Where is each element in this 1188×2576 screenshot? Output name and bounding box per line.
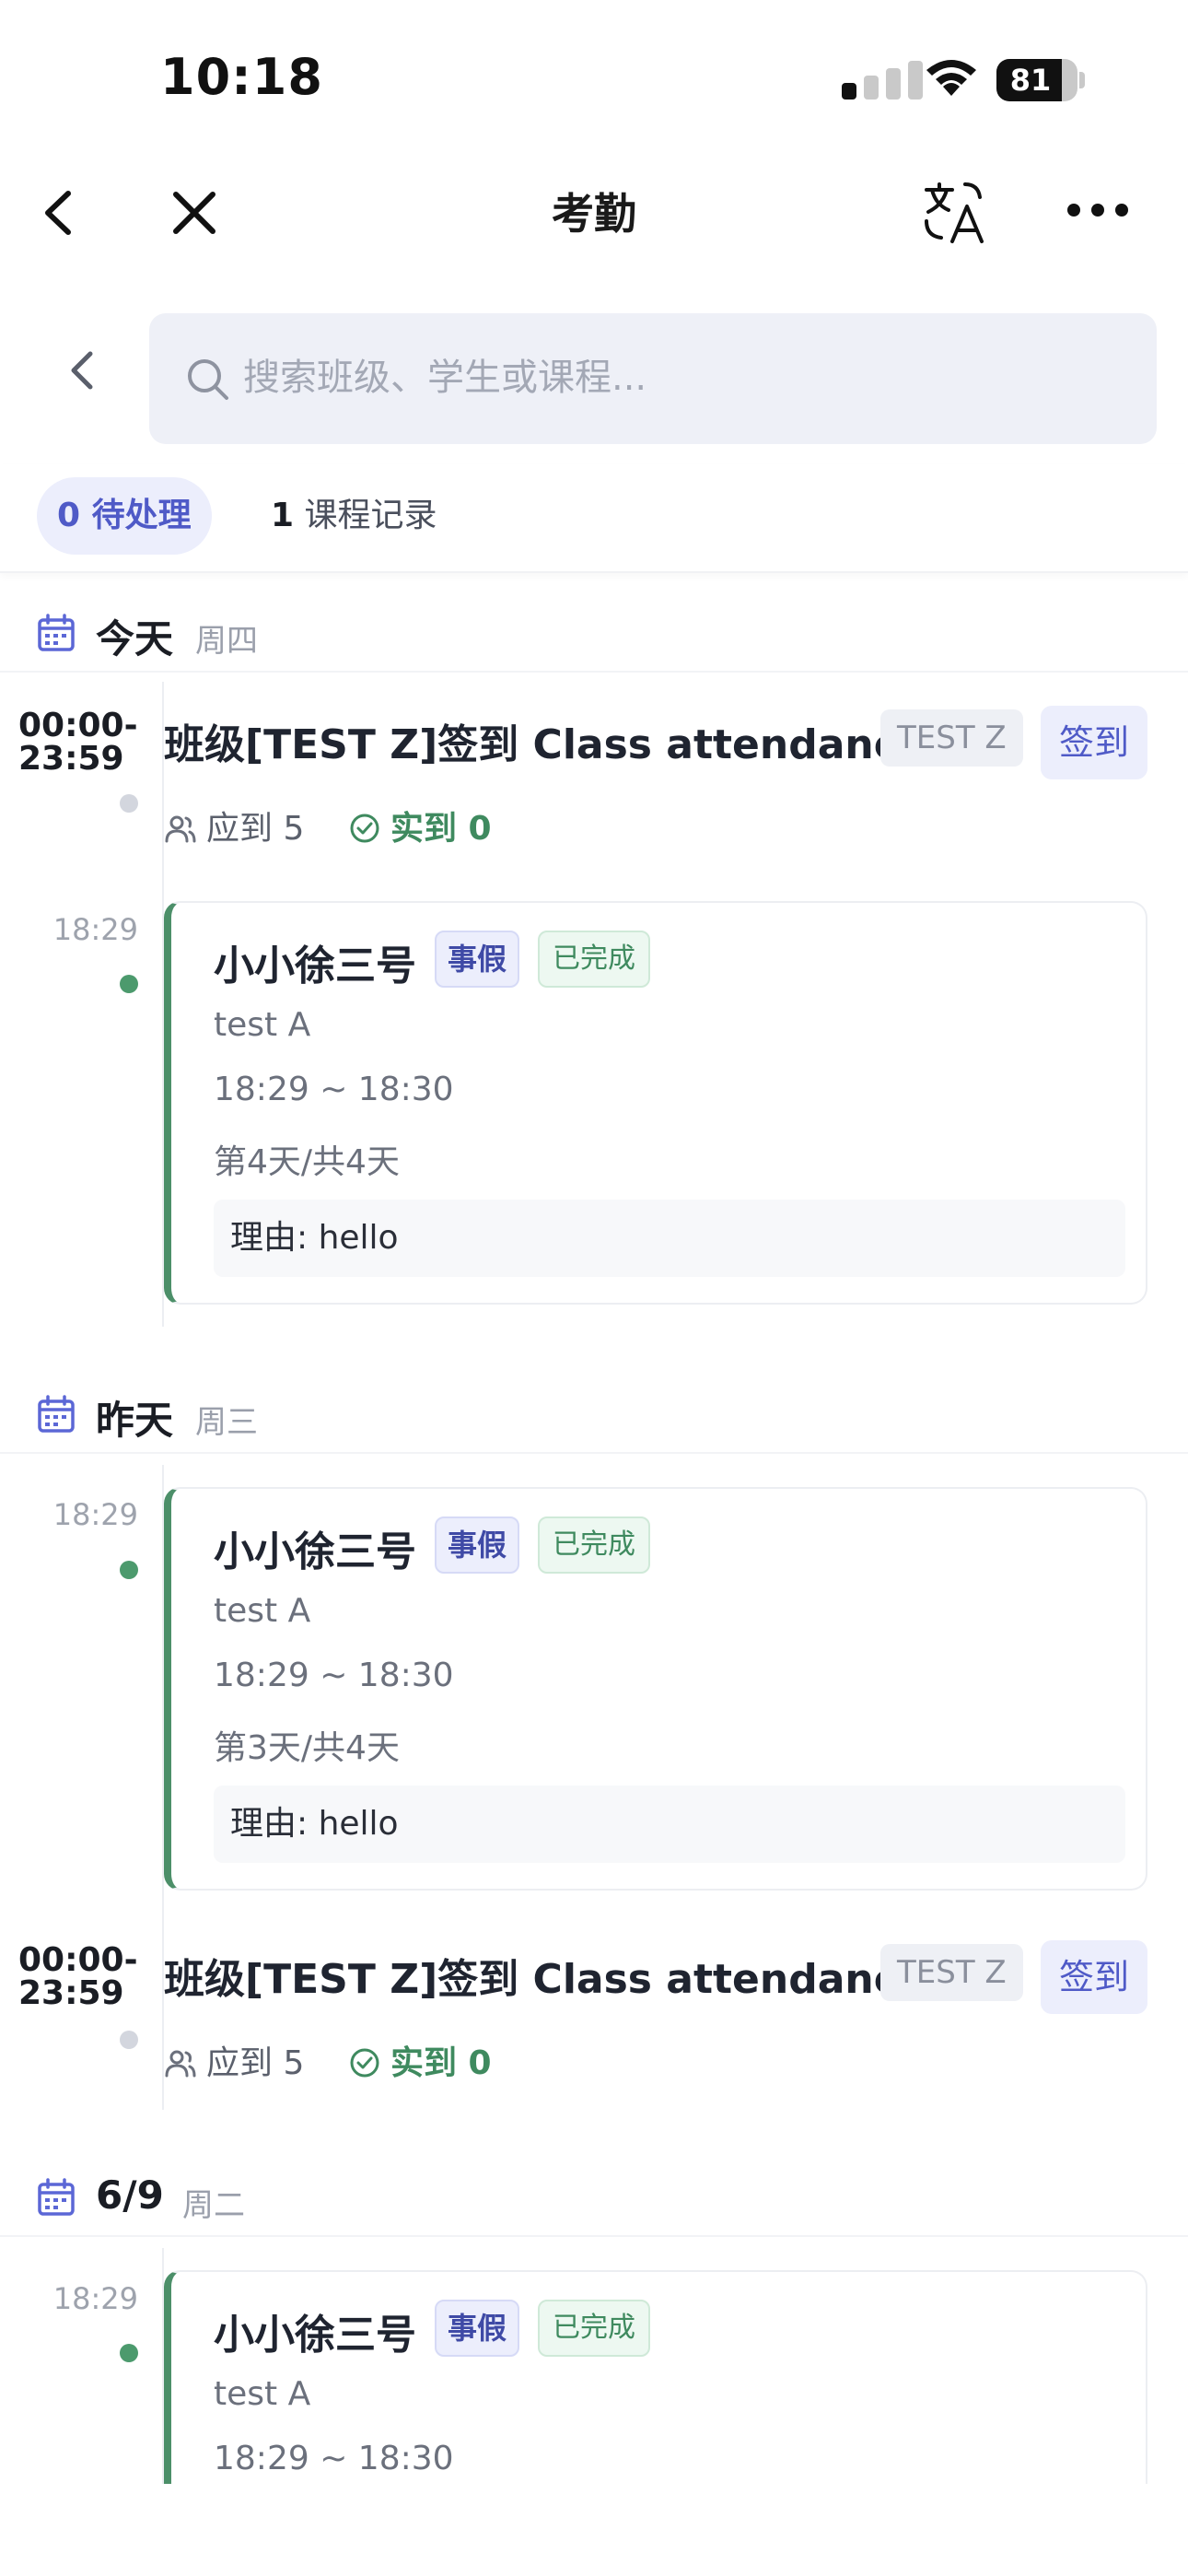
sign-in-button[interactable]: 签到: [1041, 1940, 1147, 2014]
status-bar: 10:18 81: [0, 0, 1188, 157]
expected-count-text: 应到 5: [206, 810, 305, 848]
class-tag: TEST Z: [880, 709, 1023, 767]
leave-reason: 理由: hello: [214, 1786, 1125, 1863]
translate-icon[interactable]: [921, 177, 991, 247]
calendar-icon: [38, 614, 75, 651]
leave-time-range: 18:29 ~ 18:30: [214, 1657, 454, 1694]
search-input[interactable]: [243, 341, 1127, 415]
day-weekday: 周二: [182, 2187, 245, 2224]
expected-count: 应到 5: [164, 2036, 304, 2084]
class-time-range: 00:00-23:59: [18, 1941, 138, 2012]
sign-in-button[interactable]: 签到: [1041, 706, 1147, 779]
timeline-dot: [120, 2344, 138, 2362]
wifi-icon: [926, 60, 976, 96]
day-title: 6/9: [96, 2172, 164, 2218]
day-weekday: 周三: [195, 1404, 258, 1441]
leave-time: 18:29: [52, 912, 138, 947]
leave-time: 18:29: [52, 2281, 138, 2316]
actual-count-text: 实到 0: [390, 2044, 492, 2082]
search-back-icon[interactable]: [55, 343, 111, 398]
day-header: 今天 周四: [0, 595, 1188, 673]
leave-card[interactable]: 小小徐三号 事假 已完成 test A 18:29 ~ 18:30: [164, 2270, 1147, 2484]
tab-pending[interactable]: 0 待处理: [37, 477, 212, 555]
course-name: test A: [214, 2375, 311, 2413]
calendar-icon: [38, 1395, 75, 1433]
battery-level: 81: [1009, 63, 1052, 98]
leave-day-progress: 第3天/共4天: [214, 1729, 400, 1767]
leave-type-badge: 事假: [435, 1516, 520, 1574]
class-attendance-title[interactable]: 班级[TEST Z]签到 Class attendance: [164, 711, 926, 770]
tab-course-records-label: 课程记录: [304, 497, 437, 534]
leave-type-badge: 事假: [435, 2300, 520, 2357]
status-badge: 已完成: [538, 931, 650, 988]
actual-count: 实到 0: [348, 2036, 492, 2084]
course-name: test A: [214, 1592, 311, 1630]
class-time-range: 00:00-23:59: [18, 707, 138, 778]
day-header: 6/9 周二: [0, 2160, 1188, 2237]
page-title: 考勤: [552, 189, 636, 239]
leave-day-progress: 第4天/共4天: [214, 1143, 400, 1181]
nav-bar: 考勤: [0, 157, 1188, 267]
course-name: test A: [214, 1006, 311, 1044]
leave-reason: 理由: hello: [214, 1200, 1125, 1277]
more-icon[interactable]: [1066, 192, 1129, 228]
leave-time: 18:29: [52, 1497, 138, 1532]
timeline-dot: [120, 2031, 138, 2049]
student-name: 小小徐三号: [214, 2312, 416, 2359]
people-icon: [165, 815, 196, 843]
tab-course-records-count: 1: [271, 497, 295, 534]
check-circle-icon: [350, 814, 379, 843]
timeline-dot: [120, 975, 138, 993]
status-badge: 已完成: [538, 2300, 650, 2357]
search-box[interactable]: [149, 313, 1157, 444]
day-title: 今天: [96, 616, 174, 662]
people-icon: [165, 2050, 196, 2078]
check-circle-icon: [350, 2048, 379, 2078]
day-header: 昨天 周三: [0, 1376, 1188, 1454]
calendar-icon: [38, 2178, 75, 2216]
timeline-dot: [120, 1561, 138, 1579]
student-name: 小小徐三号: [214, 943, 416, 989]
class-attendance-title[interactable]: 班级[TEST Z]签到 Class attendance: [164, 1946, 926, 2005]
leave-type-badge: 事假: [435, 931, 520, 988]
status-badge: 已完成: [538, 1516, 650, 1574]
battery-icon: 81: [996, 59, 1085, 101]
leave-card[interactable]: 小小徐三号 事假 已完成 test A 18:29 ~ 18:30 第3天/共4…: [164, 1487, 1147, 1891]
expected-count: 应到 5: [164, 802, 304, 849]
class-tag: TEST Z: [880, 1944, 1023, 2001]
leave-card[interactable]: 小小徐三号 事假 已完成 test A 18:29 ~ 18:30 第4天/共4…: [164, 901, 1147, 1305]
actual-count-text: 实到 0: [390, 810, 492, 848]
day-weekday: 周四: [195, 623, 258, 660]
tab-course-records[interactable]: 1 课程记录: [271, 477, 437, 555]
leave-time-range: 18:29 ~ 18:30: [214, 2440, 454, 2477]
day-title: 昨天: [96, 1398, 174, 1443]
tab-pending-label: 待处理: [91, 497, 192, 534]
tab-bar: 0 待处理 1 课程记录: [0, 464, 1188, 573]
search-icon: [188, 359, 228, 400]
student-name: 小小徐三号: [214, 1528, 416, 1575]
expected-count-text: 应到 5: [206, 2044, 305, 2082]
status-time: 10:18: [160, 48, 323, 106]
leave-time-range: 18:29 ~ 18:30: [214, 1071, 454, 1108]
timeline-dot: [120, 794, 138, 813]
actual-count: 实到 0: [348, 802, 492, 849]
tab-pending-count: 0: [57, 497, 81, 534]
